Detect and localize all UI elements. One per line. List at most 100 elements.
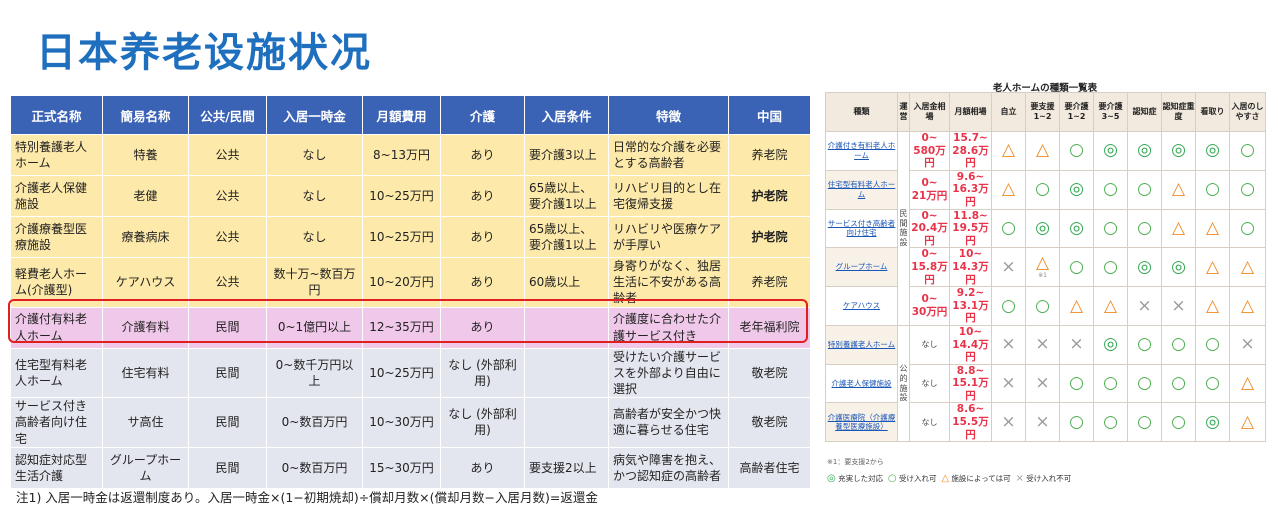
triangle-icon: △: [1240, 256, 1255, 277]
table-cell: 12~35万円: [362, 306, 441, 349]
facility-link[interactable]: ケアハウス: [843, 301, 880, 310]
table-cell: なし: [266, 175, 363, 217]
monthly-fee-to: 14.3万円: [952, 260, 989, 286]
double-circle-icon: ◎: [1171, 256, 1186, 277]
circle-icon: ○: [1069, 140, 1084, 161]
side-table-row: 介護付き有料老人ホーム 民間施設 0~ 580万円 15.7~ 28.6万円 △ △ ○ ◎ ◎ ◎ ◎…: [825, 131, 1266, 326]
circle-icon: ○: [887, 473, 897, 484]
table-cell: 民間: [188, 397, 267, 448]
triangle-icon: △: [1035, 140, 1050, 161]
circle-icon: ○: [1137, 411, 1152, 432]
table-cell: なし (外部利用): [440, 347, 525, 399]
table-cell: あり: [440, 257, 525, 308]
table-cell: 認知症対応型生活介護: [10, 446, 103, 489]
triangle-icon: △: [941, 473, 950, 484]
table-cell: 0~1億円以上: [266, 306, 363, 349]
table-cell: サ高住: [102, 397, 189, 448]
footnote-marker: ※1: [1038, 272, 1047, 280]
double-circle-icon: ◎: [1103, 334, 1118, 355]
table-cell: 高齢者住宅: [728, 446, 811, 489]
triangle-icon: △: [1001, 140, 1016, 161]
cross-icon: ×: [1137, 295, 1152, 316]
circle-icon: ○: [1240, 140, 1255, 161]
facility-link[interactable]: 介護医療院（介護療養型医療施設）: [828, 413, 896, 432]
entry-fee-from: 0~: [921, 248, 938, 261]
double-circle-icon: ◎: [827, 473, 836, 484]
triangle-icon: △: [1205, 256, 1220, 277]
legend-label: 充実した対応: [838, 474, 884, 483]
side-table-legend: ◎ 充実した対応 ○ 受け入れ可 △ 施設によっては可 × 受け入れ不可: [827, 473, 1071, 484]
circle-icon: ○: [1069, 373, 1084, 394]
circle-icon: ○: [1171, 373, 1186, 394]
col-header: 中国: [728, 95, 811, 135]
double-circle-icon: ◎: [1205, 411, 1220, 432]
table-cell: 老健: [102, 175, 189, 217]
table-cell: 数十万~数百万円: [266, 257, 363, 308]
table-cell: なし (外部利用): [440, 397, 525, 448]
table-cell: 受けたい介護サービスを外部より自由に選択: [608, 347, 729, 399]
col-header: 公共/民間: [188, 95, 267, 135]
triangle-icon: △: [1205, 217, 1220, 238]
table-cell: 8~13万円: [362, 134, 441, 176]
monthly-fee-from: 9.2~: [956, 287, 985, 300]
table-cell: 护老院: [728, 216, 811, 258]
cross-icon: ×: [1035, 411, 1050, 432]
facility-link[interactable]: 住宅型有料老人ホーム: [828, 180, 896, 199]
side-table-row: 介護医療院（介護療養型医療施設） なし 8.6~ 15.5万円 × × ○ ○ ○ ○ ◎ △: [825, 402, 1266, 443]
table-header-row: 正式名称 簡易名称 公共/民間 入居一時金 月額費用 介護 入居条件 特徴 中国: [10, 95, 811, 135]
cross-icon: ×: [1001, 373, 1016, 394]
triangle-icon: △: [1171, 179, 1186, 200]
side-col-header: 要介護3~5: [1093, 92, 1128, 132]
facility-link[interactable]: 介護老人保健施設: [832, 379, 892, 388]
table-cell: 15~30万円: [362, 446, 441, 489]
table-cell: 0~数千万円以上: [266, 347, 363, 399]
entry-fee-to: 21万円: [911, 189, 948, 202]
monthly-fee-from: 9.6~: [956, 170, 985, 183]
facility-link[interactable]: グループホーム: [836, 262, 888, 271]
circle-icon: ○: [1001, 295, 1016, 316]
col-header: 介護: [440, 95, 525, 135]
cross-icon: ×: [1001, 334, 1016, 355]
circle-icon: ○: [1240, 179, 1255, 200]
triangle-icon: △: [1205, 295, 1220, 316]
monthly-fee-to: 28.6万円: [952, 144, 989, 170]
table-row: 介護付有料老人ホーム 介護有料 民間 0~1億円以上 12~35万円 あり 介護度に合わせた…: [10, 306, 811, 349]
double-circle-icon: ◎: [1069, 217, 1084, 238]
side-table-row: サービス付き高齢者向け住宅 0~ 20.4万円 11.8~ 19.5万円 ○ ◎ ◎ ○ ○ △ △ ○: [825, 208, 1266, 249]
entry-fee-to: 580万円: [913, 144, 946, 170]
col-header: 入居条件: [524, 95, 609, 135]
table-cell: 住宅有料: [102, 347, 189, 399]
facility-link[interactable]: 特別養護老人ホーム: [828, 340, 895, 349]
facility-link[interactable]: 介護付き有料老人ホーム: [828, 141, 896, 160]
entry-fee-none: なし: [921, 378, 938, 388]
entry-fee-from: 0~: [921, 132, 938, 144]
legend-label: 施設によっては可: [951, 474, 1011, 483]
double-circle-icon: ◎: [1137, 140, 1152, 161]
table-cell: 民間: [188, 347, 267, 399]
table-cell: なし: [266, 216, 363, 258]
monthly-fee-to: 15.1万円: [952, 377, 989, 402]
table-cell: 0~数百万円: [266, 446, 363, 489]
table-row: 住宅型有料老人ホーム 住宅有料 民間 0~数千万円以上 10~25万円 なし (外部利用)…: [10, 347, 811, 399]
triangle-icon: △: [1069, 295, 1084, 316]
table-cell: 要介護3以上: [524, 134, 609, 176]
cross-icon: ×: [1035, 334, 1050, 355]
table-cell: 介護老人保健施設: [10, 175, 103, 217]
table-cell: 介護度に合わせた介護サービス付き: [608, 306, 729, 349]
monthly-fee-from: 8.8~: [956, 364, 985, 377]
side-col-header: 認知症: [1127, 92, 1162, 132]
monthly-fee-to: 15.5万円: [952, 416, 989, 441]
side-col-header: 認知症重度: [1161, 92, 1196, 132]
cross-icon: ×: [1069, 334, 1084, 355]
table-cell: 要支援2以上: [524, 446, 609, 489]
facility-table: 正式名称 簡易名称 公共/民間 入居一時金 月額費用 介護 入居条件 特徴 中国…: [10, 95, 811, 489]
facility-link[interactable]: サービス付き高齢者向け住宅: [828, 219, 896, 238]
side-table-row: 介護老人保健施設 なし 8.8~ 15.1万円 × × ○ ○ ○ ○ ○ △: [825, 363, 1266, 404]
table-cell: 民間: [188, 306, 267, 349]
monthly-fee-from: 10~: [958, 325, 983, 338]
table-cell: 老年福利院: [728, 306, 811, 349]
table-cell: 特養: [102, 134, 189, 176]
triangle-icon: △: [1240, 295, 1255, 316]
table-cell: 軽費老人ホーム(介護型): [10, 257, 103, 308]
entry-fee-from: 0~: [921, 177, 938, 190]
